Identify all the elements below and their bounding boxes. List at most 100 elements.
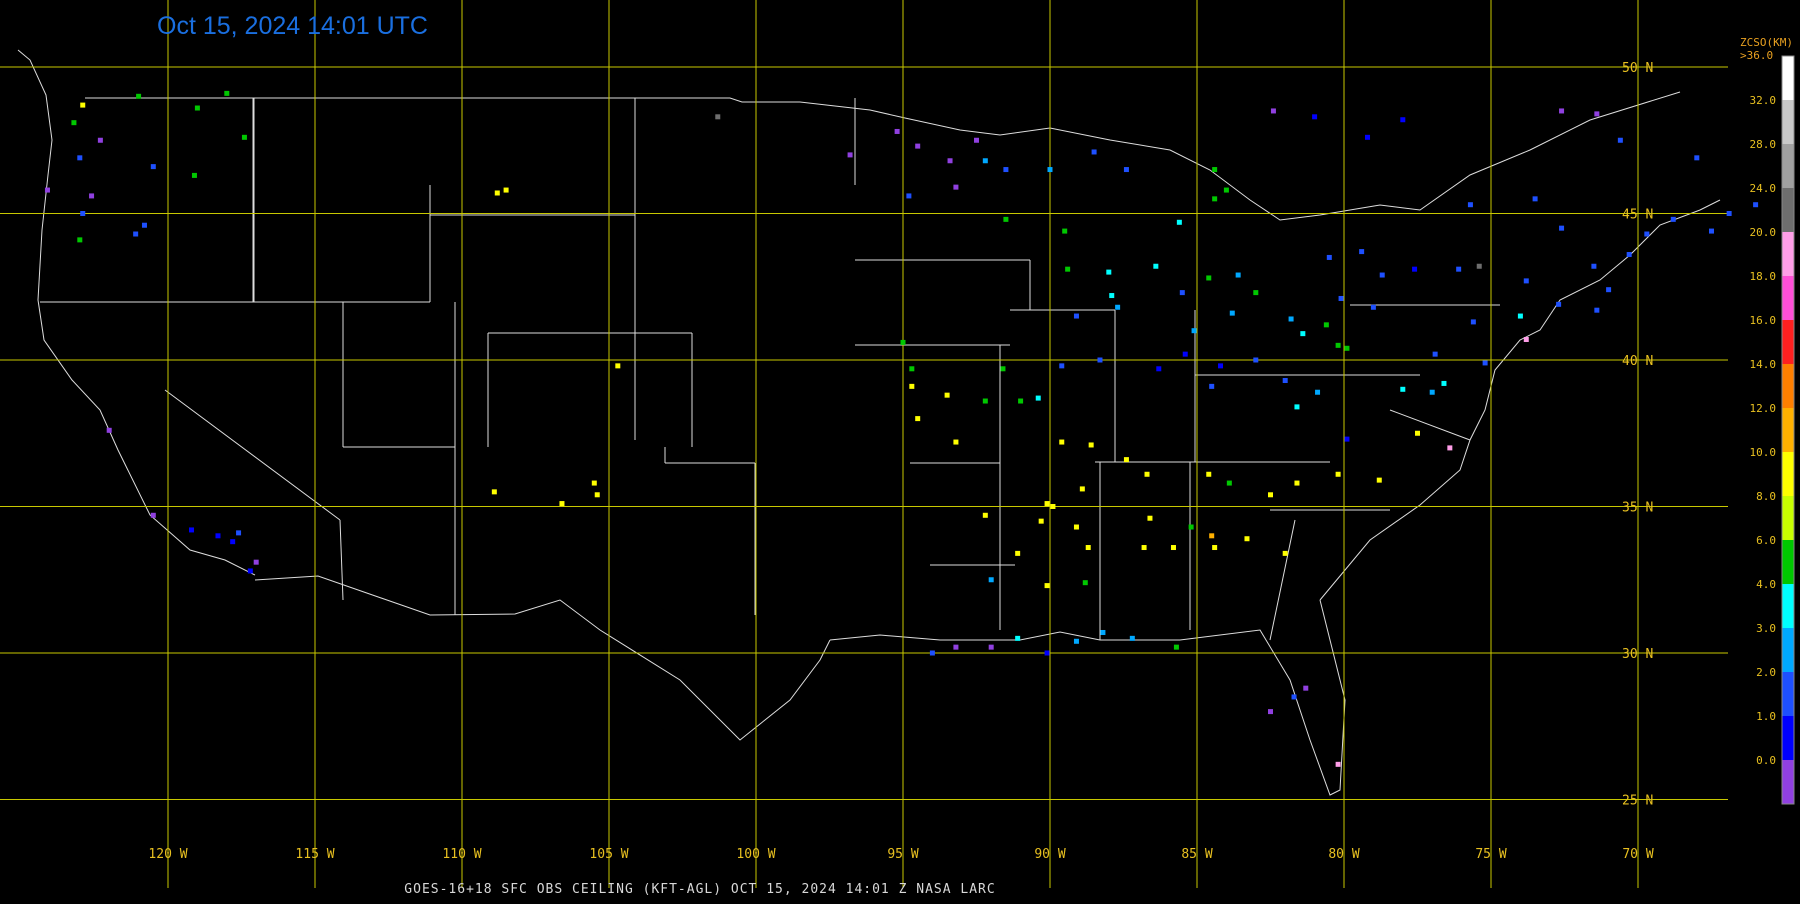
station-marker xyxy=(944,392,950,398)
lon-label: 70 W xyxy=(1622,847,1653,862)
station-marker xyxy=(1282,550,1288,556)
station-marker xyxy=(1270,108,1276,114)
station-marker xyxy=(1065,266,1071,272)
station-marker xyxy=(1047,167,1053,173)
station-marker xyxy=(1050,504,1056,509)
station-marker xyxy=(1144,471,1150,477)
station-marker xyxy=(106,427,112,433)
station-marker xyxy=(1591,263,1597,269)
station-marker xyxy=(1559,108,1565,114)
station-marker xyxy=(1365,134,1371,140)
mexico-border xyxy=(254,575,831,741)
station-marker xyxy=(1626,252,1632,258)
station-marker xyxy=(900,339,906,345)
timestamp: Oct 15, 2024 14:01 UTC xyxy=(157,12,428,40)
colorbar-segment xyxy=(1782,584,1794,628)
station-marker xyxy=(909,366,915,372)
station-marker xyxy=(894,128,900,134)
station-marker xyxy=(1253,290,1259,296)
station-marker xyxy=(1212,545,1218,551)
station-marker xyxy=(1412,266,1418,272)
colorbar-segment xyxy=(1782,364,1794,408)
station-marker xyxy=(988,577,994,583)
colorbar-segment xyxy=(1782,716,1794,760)
station-marker xyxy=(1359,249,1365,255)
colorbar-title: ZCSO(KM) >36.0 xyxy=(1740,36,1793,62)
interior-borders xyxy=(40,98,1500,641)
station-marker xyxy=(591,480,597,486)
station-marker xyxy=(1176,219,1182,225)
station-marker xyxy=(1226,480,1232,486)
station-marker xyxy=(1179,290,1185,296)
station-marker xyxy=(906,193,912,199)
station-marker xyxy=(1594,111,1600,117)
station-marker xyxy=(1182,351,1188,357)
colorbar-segment xyxy=(1782,320,1794,364)
colorbar-label: 6.0 xyxy=(1756,534,1776,547)
station-marker xyxy=(1694,155,1700,161)
station-marker xyxy=(1082,580,1088,586)
station-marker xyxy=(1432,351,1438,357)
station-marker xyxy=(1129,635,1135,641)
station-marker xyxy=(133,231,139,237)
station-marker xyxy=(1173,644,1179,650)
station-marker xyxy=(909,383,915,389)
station-marker xyxy=(988,644,994,650)
colorbar-segment xyxy=(1782,232,1794,276)
station-marker xyxy=(1044,650,1050,656)
station-marker xyxy=(1617,137,1623,143)
station-marker xyxy=(189,527,195,533)
station-marker xyxy=(1400,117,1406,123)
station-marker xyxy=(1073,313,1079,319)
station-marker xyxy=(1091,149,1097,155)
station-marker xyxy=(1062,228,1068,234)
station-marker xyxy=(1097,357,1103,363)
lon-label: 115 W xyxy=(295,847,334,862)
station-marker xyxy=(1209,533,1215,539)
station-marker xyxy=(1726,211,1732,216)
station-marker xyxy=(97,137,103,143)
colorbar-segment xyxy=(1782,540,1794,584)
station-marker xyxy=(953,184,959,190)
station-marker xyxy=(1335,342,1341,348)
station-marker xyxy=(953,644,959,650)
station-marker xyxy=(1088,442,1094,448)
station-marker xyxy=(1523,336,1529,342)
colorbar-label: 2.0 xyxy=(1756,666,1776,679)
lon-label: 100 W xyxy=(736,847,775,862)
station-marker xyxy=(1038,518,1044,524)
station-marker xyxy=(1294,480,1300,486)
station-marker xyxy=(1753,202,1759,208)
station-marker xyxy=(1059,439,1065,445)
colorbar-label: 8.0 xyxy=(1756,490,1776,503)
station-marker xyxy=(77,237,83,243)
station-marker xyxy=(1294,404,1300,410)
station-marker xyxy=(974,137,979,143)
station-marker xyxy=(1206,471,1212,477)
station-marker xyxy=(1073,638,1079,644)
colorbar-label: 32.0 xyxy=(1750,94,1777,107)
station-marker xyxy=(141,222,147,228)
lon-label: 80 W xyxy=(1328,847,1359,862)
pacific-coastline xyxy=(17,49,256,576)
colorbar-label: 24.0 xyxy=(1750,182,1777,195)
lon-label: 85 W xyxy=(1181,847,1212,862)
station-marker xyxy=(1115,304,1121,310)
lon-label: 95 W xyxy=(887,847,918,862)
station-marker xyxy=(1312,114,1318,120)
station-marker xyxy=(1141,545,1147,551)
station-marker xyxy=(1441,380,1447,386)
station-marker xyxy=(1415,430,1420,436)
station-marker xyxy=(1015,635,1021,641)
station-marker xyxy=(982,158,988,164)
canada-border xyxy=(85,91,1681,221)
map-canvas: 50 N45 N40 N35 N30 N25 N120 W 115 W 110 W1… xyxy=(0,0,1795,888)
station-markers xyxy=(44,90,1759,767)
station-marker xyxy=(1000,366,1006,372)
station-marker xyxy=(1085,545,1091,551)
lon-label: 75 W xyxy=(1475,847,1506,862)
state-borders xyxy=(17,49,1721,796)
station-marker xyxy=(1338,295,1344,301)
station-marker xyxy=(1003,167,1009,173)
station-marker xyxy=(1153,263,1159,269)
